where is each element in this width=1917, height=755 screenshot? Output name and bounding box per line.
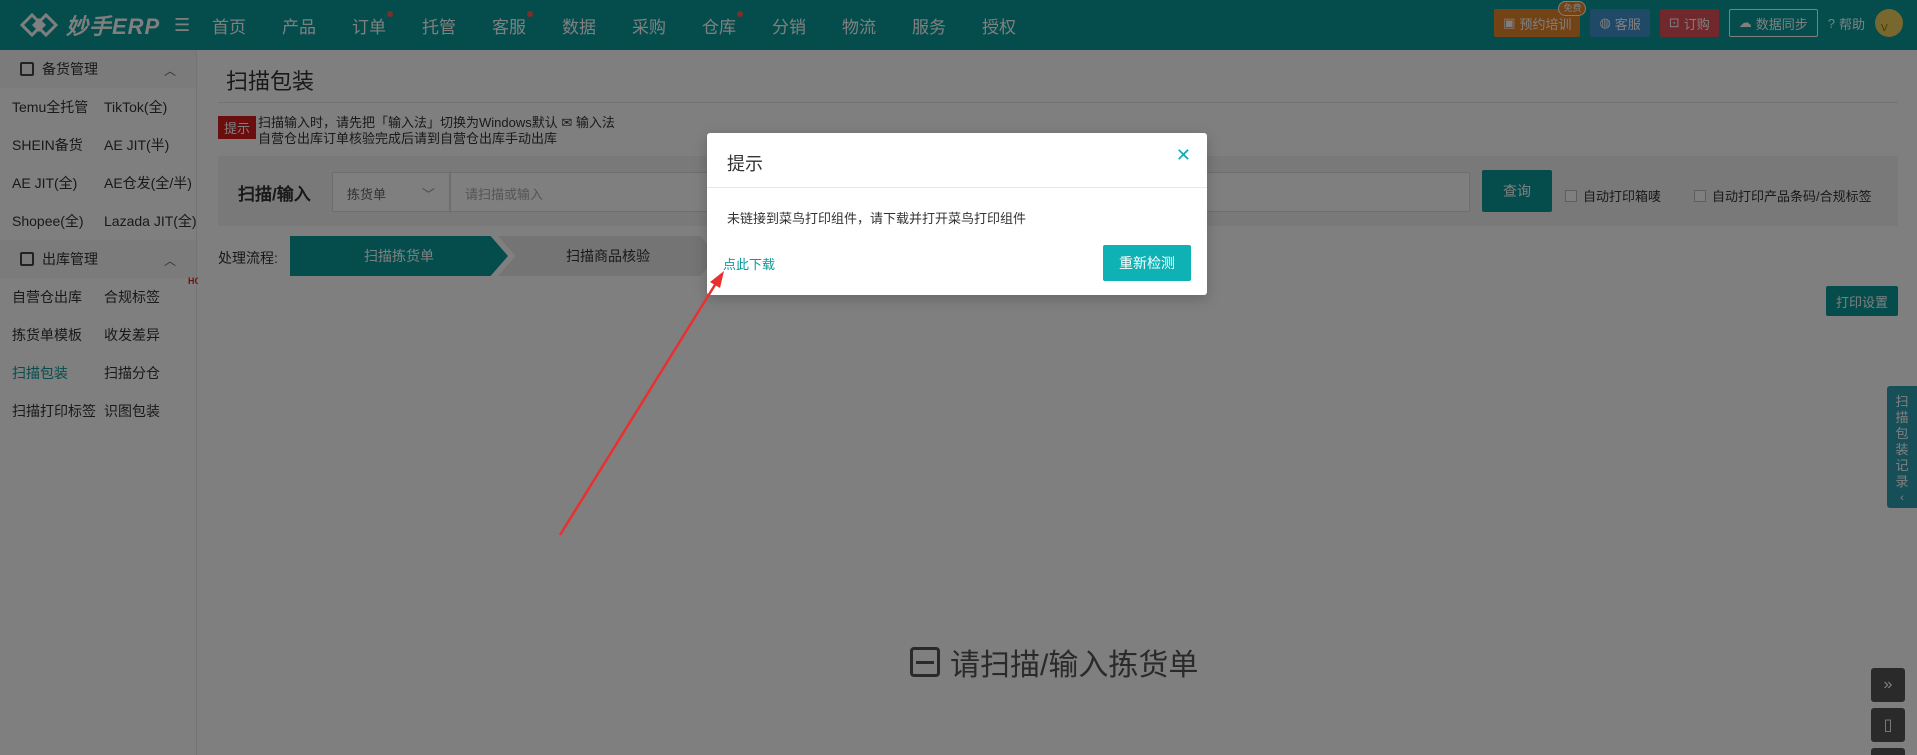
download-link[interactable]: 点此下载 (723, 254, 775, 273)
dialog-title: 提示 (727, 154, 763, 174)
print-component-dialog: 提示 ✕ 未链接到菜鸟打印组件，请下载并打开菜鸟打印组件 点此下载 重新检测 (707, 133, 1207, 295)
recheck-button[interactable]: 重新检测 (1103, 245, 1191, 281)
dialog-message: 未链接到菜鸟打印组件，请下载并打开菜鸟打印组件 (727, 211, 1027, 226)
modal-backdrop[interactable] (0, 0, 1917, 755)
divider (707, 187, 1207, 188)
close-icon[interactable]: ✕ (1176, 145, 1191, 166)
